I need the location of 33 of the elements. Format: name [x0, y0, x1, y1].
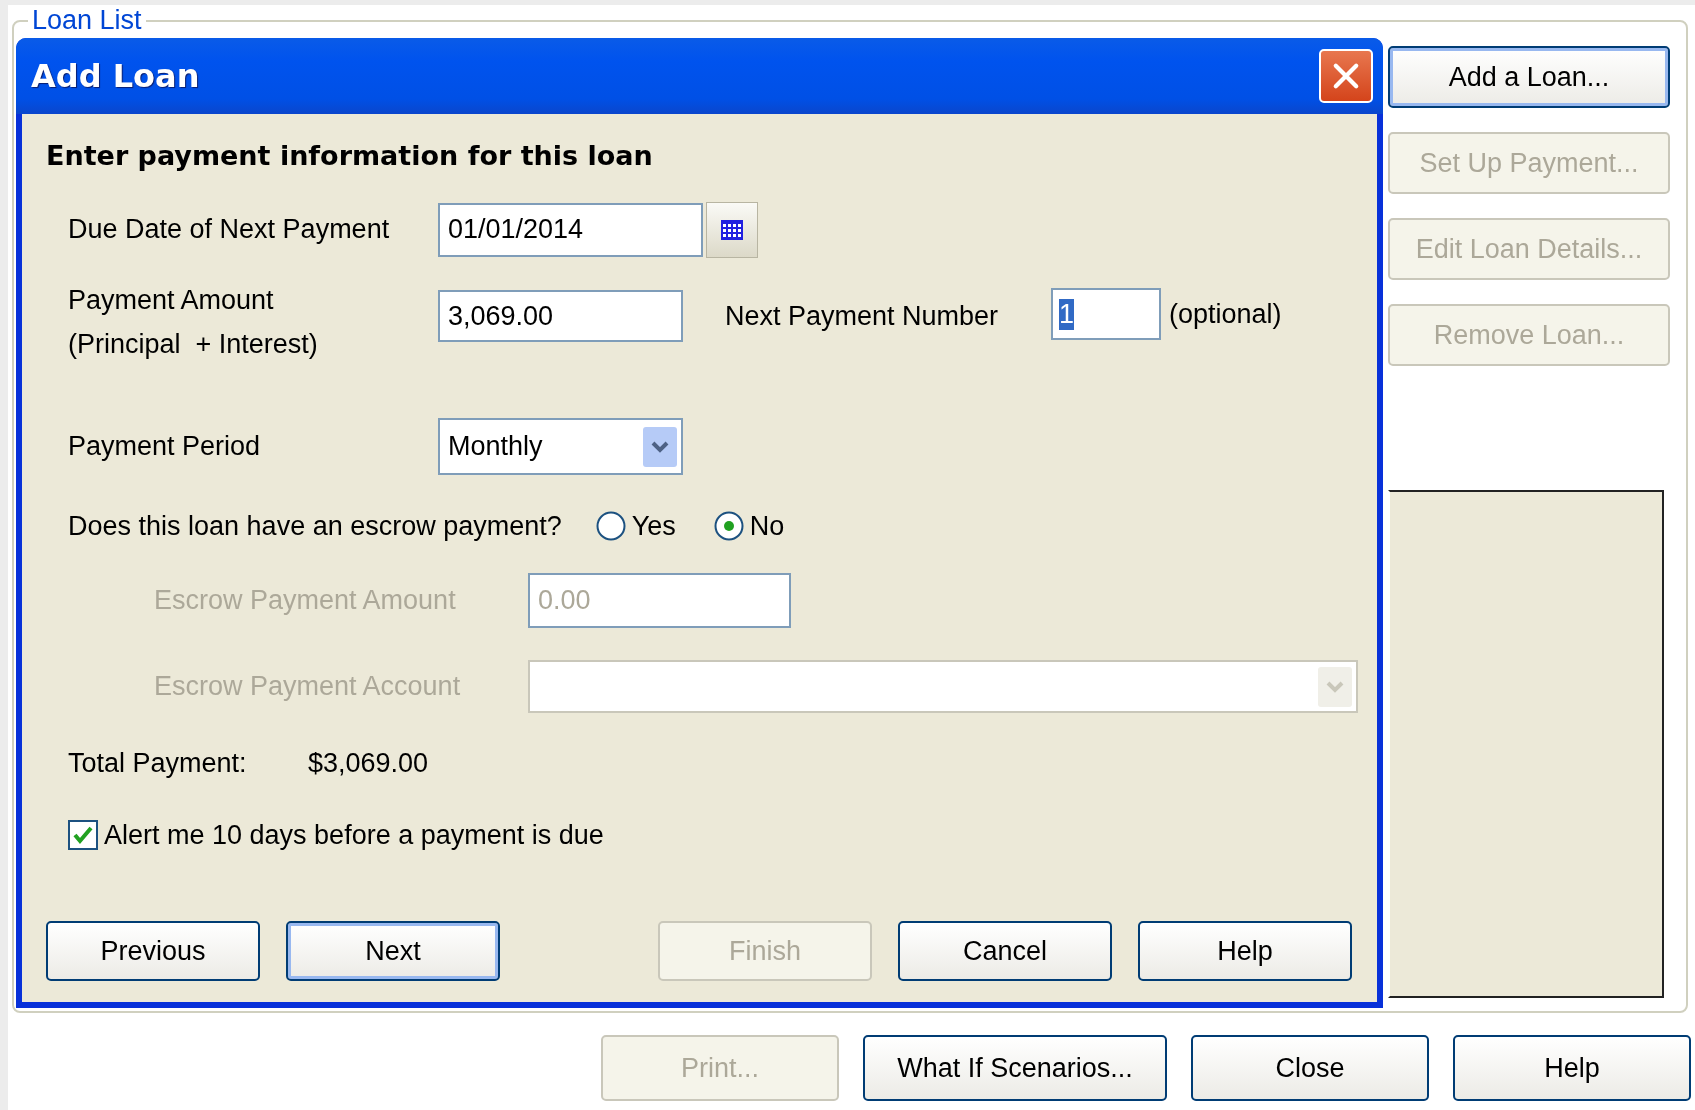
number-field[interactable]: 1: [1051, 288, 1161, 340]
field-label: (Principal + Interest): [68, 328, 319, 361]
calendar-icon: [721, 219, 743, 240]
hint-text: (optional): [1169, 298, 1282, 331]
footer-button[interactable]: Close: [1191, 1035, 1429, 1101]
dialog-button[interactable]: Previous: [46, 921, 260, 981]
question-label: Does this loan have an escrow payment?: [67, 510, 562, 542]
total-label: Total Payment:: [68, 747, 248, 779]
field-label: Escrow Payment Amount: [154, 585, 457, 616]
group-title: Loan List: [31, 5, 143, 36]
radio-option[interactable]: No: [713, 510, 785, 542]
field-label: Next Payment Number: [725, 300, 1000, 333]
radio-option[interactable]: Yes: [595, 510, 676, 542]
field-label: Escrow Payment Account: [154, 671, 462, 702]
field-label: Due Date of Next Payment: [67, 214, 391, 245]
side-button[interactable]: Add a Loan...: [1388, 46, 1670, 108]
close-button[interactable]: [1319, 49, 1373, 103]
date-field[interactable]: 01/01/2014: [438, 202, 703, 257]
dialog-button[interactable]: Cancel: [898, 921, 1112, 981]
period-dropdown[interactable]: Monthly: [438, 418, 683, 475]
field-label: Payment Period: [67, 431, 262, 462]
footer-button[interactable]: What If Scenarios...: [863, 1035, 1167, 1101]
amount-field[interactable]: 3,069.00: [438, 290, 683, 342]
footer-button[interactable]: Help: [1453, 1035, 1691, 1101]
checkbox-label: Alert me 10 days before a payment is due: [104, 819, 604, 851]
section-heading: Enter payment information for this loan: [46, 139, 654, 173]
calendar-button[interactable]: [706, 201, 758, 258]
dialog-button[interactable]: Help: [1138, 921, 1352, 981]
field-label: Payment Amount: [68, 284, 275, 317]
total-value: $3,069.00: [308, 747, 429, 779]
checkbox[interactable]: [68, 820, 98, 850]
dialog-button[interactable]: Next: [286, 921, 500, 981]
window-title: Add Loan: [31, 57, 200, 95]
